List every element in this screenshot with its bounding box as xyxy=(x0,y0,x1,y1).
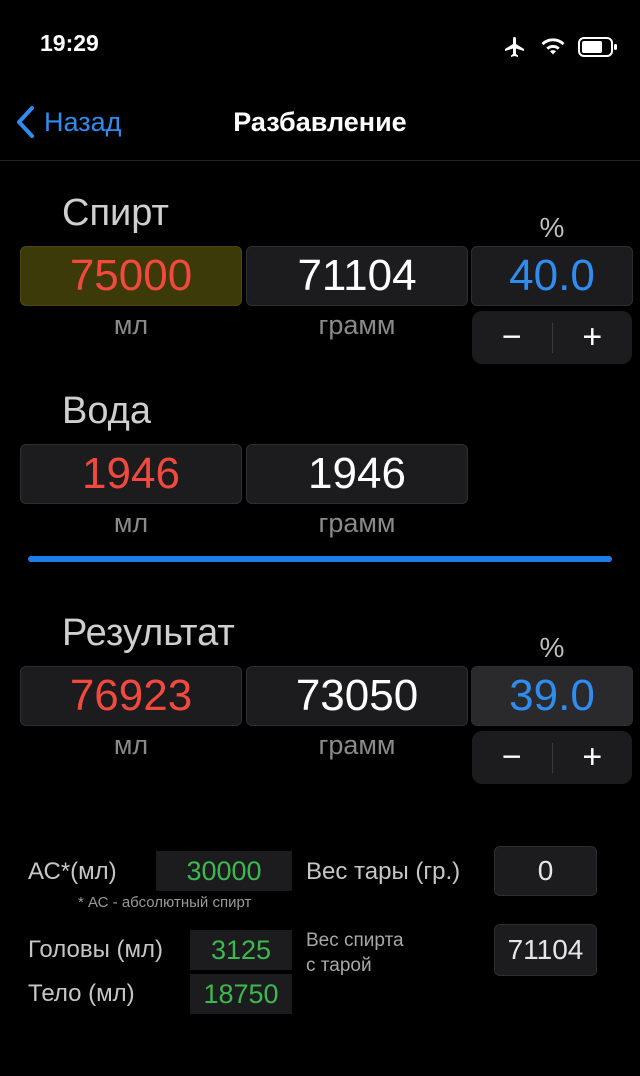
alcohol-percent-stepper[interactable]: − + xyxy=(472,311,632,364)
heads-label: Головы (мл) xyxy=(28,936,163,963)
alcohol-percent-increment-button[interactable]: + xyxy=(553,311,633,364)
section-divider xyxy=(28,556,612,562)
weight-with-tare-label: Вес спирта с тарой xyxy=(306,928,404,978)
absolute-alcohol-label: АС*(мл) xyxy=(28,858,117,885)
water-ml-field[interactable]: 1946 xyxy=(20,444,242,504)
result-grams-field[interactable]: 73050 xyxy=(246,666,468,726)
water-ml-unit: мл xyxy=(113,508,149,538)
status-time: 19:29 xyxy=(40,30,99,56)
result-percent-stepper[interactable]: − + xyxy=(472,731,632,784)
alcohol-percent-label: % xyxy=(539,212,565,243)
water-grams-field[interactable]: 1946 xyxy=(246,444,468,504)
page-title: Разбавление xyxy=(233,107,407,137)
alcohol-percent-field[interactable]: 40.0 xyxy=(471,246,633,306)
result-percent-field[interactable]: 39.0 xyxy=(471,666,633,726)
alcohol-percent-decrement-button[interactable]: − xyxy=(472,311,552,364)
tare-weight-label: Вес тары (гр.) xyxy=(306,858,461,885)
body-value: 18750 xyxy=(190,974,292,1014)
tare-weight-field[interactable]: 0 xyxy=(494,846,597,896)
wifi-icon xyxy=(541,38,565,55)
water-grams-unit: грамм xyxy=(318,508,396,538)
result-percent-decrement-button[interactable]: − xyxy=(472,731,552,784)
weight-with-tare-label-line1: Вес спирта xyxy=(306,930,404,951)
weight-with-tare-label-line2: с тарой xyxy=(306,955,372,976)
result-grams-unit: грамм xyxy=(318,730,396,760)
alcohol-ml-field[interactable]: 75000 xyxy=(20,246,242,306)
battery-icon xyxy=(578,37,617,57)
alcohol-grams-unit: грамм xyxy=(318,310,396,340)
result-ml-field[interactable]: 76923 xyxy=(20,666,242,726)
heads-value: 3125 xyxy=(190,930,292,970)
body-label: Тело (мл) xyxy=(28,980,135,1007)
absolute-alcohol-note: * АС - абсолютный спирт xyxy=(78,894,252,911)
alcohol-section-label: Спирт xyxy=(62,192,169,234)
status-icons xyxy=(502,33,618,61)
absolute-alcohol-value: 30000 xyxy=(156,851,292,891)
result-section-label: Результат xyxy=(62,612,235,654)
weight-with-tare-field[interactable]: 71104 xyxy=(494,924,597,976)
alcohol-grams-field[interactable]: 71104 xyxy=(246,246,468,306)
water-section-label: Вода xyxy=(62,390,151,432)
result-percent-increment-button[interactable]: + xyxy=(553,731,633,784)
airplane-icon xyxy=(505,37,524,57)
result-percent-label: % xyxy=(539,632,565,663)
alcohol-ml-unit: мл xyxy=(113,310,149,340)
result-ml-unit: мл xyxy=(113,730,149,760)
